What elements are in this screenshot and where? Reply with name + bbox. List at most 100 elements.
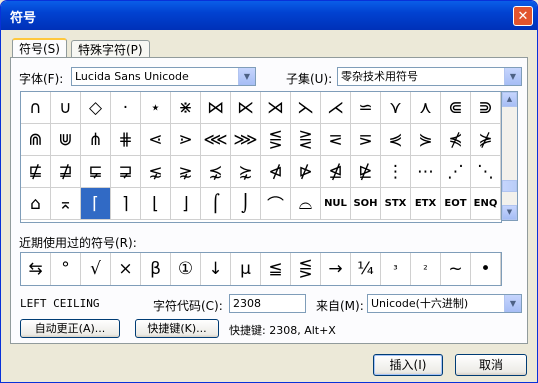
symbol-cell[interactable]: ⋠: [441, 124, 471, 156]
symbol-cell[interactable]: ⋌: [321, 92, 351, 124]
symbol-cell[interactable]: ⋮: [381, 156, 411, 188]
from-select[interactable]: Unicode(十六进制) ▼: [367, 294, 522, 313]
symbol-cell[interactable]: ⌒: [261, 188, 291, 220]
symbol-cell[interactable]: NUL: [321, 188, 351, 220]
symbol-cell[interactable]: ⋬: [321, 156, 351, 188]
symbol-cell[interactable]: ⋧: [171, 156, 201, 188]
symbol-grid[interactable]: ∩ ∪ ◇ · ⋆ ⋇ ⋈ ⋉ ⋊ ⋋ ⋌ ⋍ ⋎ ⋏ ⋐ ⋑ ⋒ ⋓ ⋔ ⋕ ⋖ ⋗ ⋘ ⋙ ⋚ ⋛ ⋜ ⋝ ⋞ ⋟ ⋠ ⋡ ⋢ ⋣ ⋤ ⋥ ⋦ ⋧ ⋨ ⋩…: [20, 91, 502, 223]
scroll-down-icon[interactable]: ▼: [502, 205, 517, 220]
symbol-cell[interactable]: ⋊: [261, 92, 291, 124]
symbol-cell[interactable]: ⋯: [411, 156, 441, 188]
symbol-cell[interactable]: ⋰: [441, 156, 471, 188]
symbol-cell[interactable]: ⋘: [201, 124, 231, 156]
symbol-cell[interactable]: ⌂: [21, 188, 51, 220]
symbol-cell[interactable]: ⋆: [141, 92, 171, 124]
symbol-cell[interactable]: ⋎: [381, 92, 411, 124]
recent-symbol-cell[interactable]: ³: [381, 253, 411, 285]
symbol-cell[interactable]: ⋚: [261, 124, 291, 156]
symbol-cell[interactable]: ∪: [51, 92, 81, 124]
autocorrect-button[interactable]: 自动更正(A)...: [20, 319, 120, 338]
recent-symbol-cell[interactable]: ≦: [261, 253, 291, 285]
symbol-cell[interactable]: ⋐: [441, 92, 471, 124]
symbol-cell[interactable]: ⌊: [141, 188, 171, 220]
recent-symbol-cell[interactable]: ¼: [351, 253, 381, 285]
symbol-cell[interactable]: ⌈: [81, 188, 111, 220]
scroll-thumb[interactable]: [502, 180, 517, 192]
symbol-cell[interactable]: ⋭: [351, 156, 381, 188]
cancel-button[interactable]: 取消: [455, 354, 527, 376]
recent-symbol-cell[interactable]: ⇆: [21, 253, 51, 285]
recent-symbol-cell[interactable]: ~: [441, 253, 471, 285]
symbol-cell[interactable]: ⋒: [21, 124, 51, 156]
symbol-cell[interactable]: ⋔: [81, 124, 111, 156]
symbol-cell[interactable]: ⋟: [411, 124, 441, 156]
scroll-up-icon[interactable]: ▲: [502, 92, 517, 107]
insert-button[interactable]: 插入(I): [373, 354, 443, 376]
symbol-cell[interactable]: ⌓: [291, 188, 321, 220]
symbol-cell[interactable]: ⋈: [201, 92, 231, 124]
symbol-cell[interactable]: ⋏: [411, 92, 441, 124]
symbol-cell[interactable]: ⌉: [111, 188, 141, 220]
symbol-cell[interactable]: ⋩: [231, 156, 261, 188]
symbol-cell[interactable]: ⌡: [231, 188, 261, 220]
recent-symbol-cell[interactable]: ²: [411, 253, 441, 285]
symbol-cell[interactable]: ⌠: [201, 188, 231, 220]
symbol-cell[interactable]: ·: [111, 92, 141, 124]
symbol-cell[interactable]: ⋣: [51, 156, 81, 188]
recent-symbol-cell[interactable]: √: [81, 253, 111, 285]
symbol-cell[interactable]: ⌋: [171, 188, 201, 220]
symbol-cell[interactable]: ⋑: [471, 92, 501, 124]
symbol-cell[interactable]: ⋦: [141, 156, 171, 188]
symbol-cell[interactable]: ENQ: [471, 188, 501, 220]
recent-symbol-cell[interactable]: °: [51, 253, 81, 285]
symbol-cell[interactable]: ⋜: [321, 124, 351, 156]
symbol-cell[interactable]: ⋉: [231, 92, 261, 124]
symbol-cell[interactable]: ⋋: [291, 92, 321, 124]
symbol-cell[interactable]: STX: [381, 188, 411, 220]
symbol-cell[interactable]: EOT: [441, 188, 471, 220]
subset-select[interactable]: 零杂技术用符号 ▼: [337, 67, 522, 86]
symbol-cell[interactable]: ⋪: [261, 156, 291, 188]
symbol-cell[interactable]: ⋓: [51, 124, 81, 156]
recent-symbol-cell[interactable]: ×: [111, 253, 141, 285]
symbol-cell[interactable]: SOH: [351, 188, 381, 220]
chevron-down-icon[interactable]: ▼: [238, 68, 255, 85]
recent-symbol-cell[interactable]: •: [471, 253, 501, 285]
recent-symbol-cell[interactable]: ↓: [201, 253, 231, 285]
symbol-cell[interactable]: ⋥: [111, 156, 141, 188]
close-button[interactable]: ✕: [513, 6, 533, 26]
font-select[interactable]: Lucida Sans Unicode ▼: [71, 67, 256, 86]
recent-symbols-label: 近期使用过的符号(R):: [19, 236, 137, 250]
symbol-cell[interactable]: ∩: [21, 92, 51, 124]
recent-symbol-cell[interactable]: →: [321, 253, 351, 285]
symbol-cell[interactable]: ⋖: [141, 124, 171, 156]
symbol-grid-scrollbar[interactable]: ▲ ▼: [501, 91, 518, 221]
symbol-cell[interactable]: ⋤: [81, 156, 111, 188]
char-code-input[interactable]: 2308: [229, 294, 306, 313]
symbol-cell[interactable]: ⋢: [21, 156, 51, 188]
symbol-cell[interactable]: ⋇: [171, 92, 201, 124]
recent-symbol-cell[interactable]: μ: [231, 253, 261, 285]
symbol-cell[interactable]: ⋨: [201, 156, 231, 188]
symbol-cell[interactable]: ⌅: [51, 188, 81, 220]
symbol-cell[interactable]: ⋫: [291, 156, 321, 188]
symbol-cell[interactable]: ⋙: [231, 124, 261, 156]
recent-symbol-cell[interactable]: β: [141, 253, 171, 285]
shortcut-key-button[interactable]: 快捷键(K)...: [135, 319, 219, 338]
symbol-cell[interactable]: ⋡: [471, 124, 501, 156]
symbol-cell[interactable]: ⋝: [351, 124, 381, 156]
chevron-down-icon[interactable]: ▼: [504, 295, 521, 312]
symbol-cell[interactable]: ◇: [81, 92, 111, 124]
recent-symbol-cell[interactable]: ⋚: [291, 253, 321, 285]
tab-symbols[interactable]: 符号(S): [12, 38, 67, 59]
symbol-cell[interactable]: ⋕: [111, 124, 141, 156]
symbol-cell[interactable]: ⋍: [351, 92, 381, 124]
symbol-cell[interactable]: ⋞: [381, 124, 411, 156]
symbol-cell[interactable]: ⋱: [471, 156, 501, 188]
recent-symbol-cell[interactable]: ①: [171, 253, 201, 285]
symbol-cell[interactable]: ⋛: [291, 124, 321, 156]
symbol-cell[interactable]: ETX: [411, 188, 441, 220]
symbol-cell[interactable]: ⋗: [171, 124, 201, 156]
chevron-down-icon[interactable]: ▼: [504, 68, 521, 85]
recent-symbols-list[interactable]: ⇆ ° √ × β ① ↓ μ ≦ ⋚ → ¼ ³ ² ~ •: [20, 252, 502, 286]
